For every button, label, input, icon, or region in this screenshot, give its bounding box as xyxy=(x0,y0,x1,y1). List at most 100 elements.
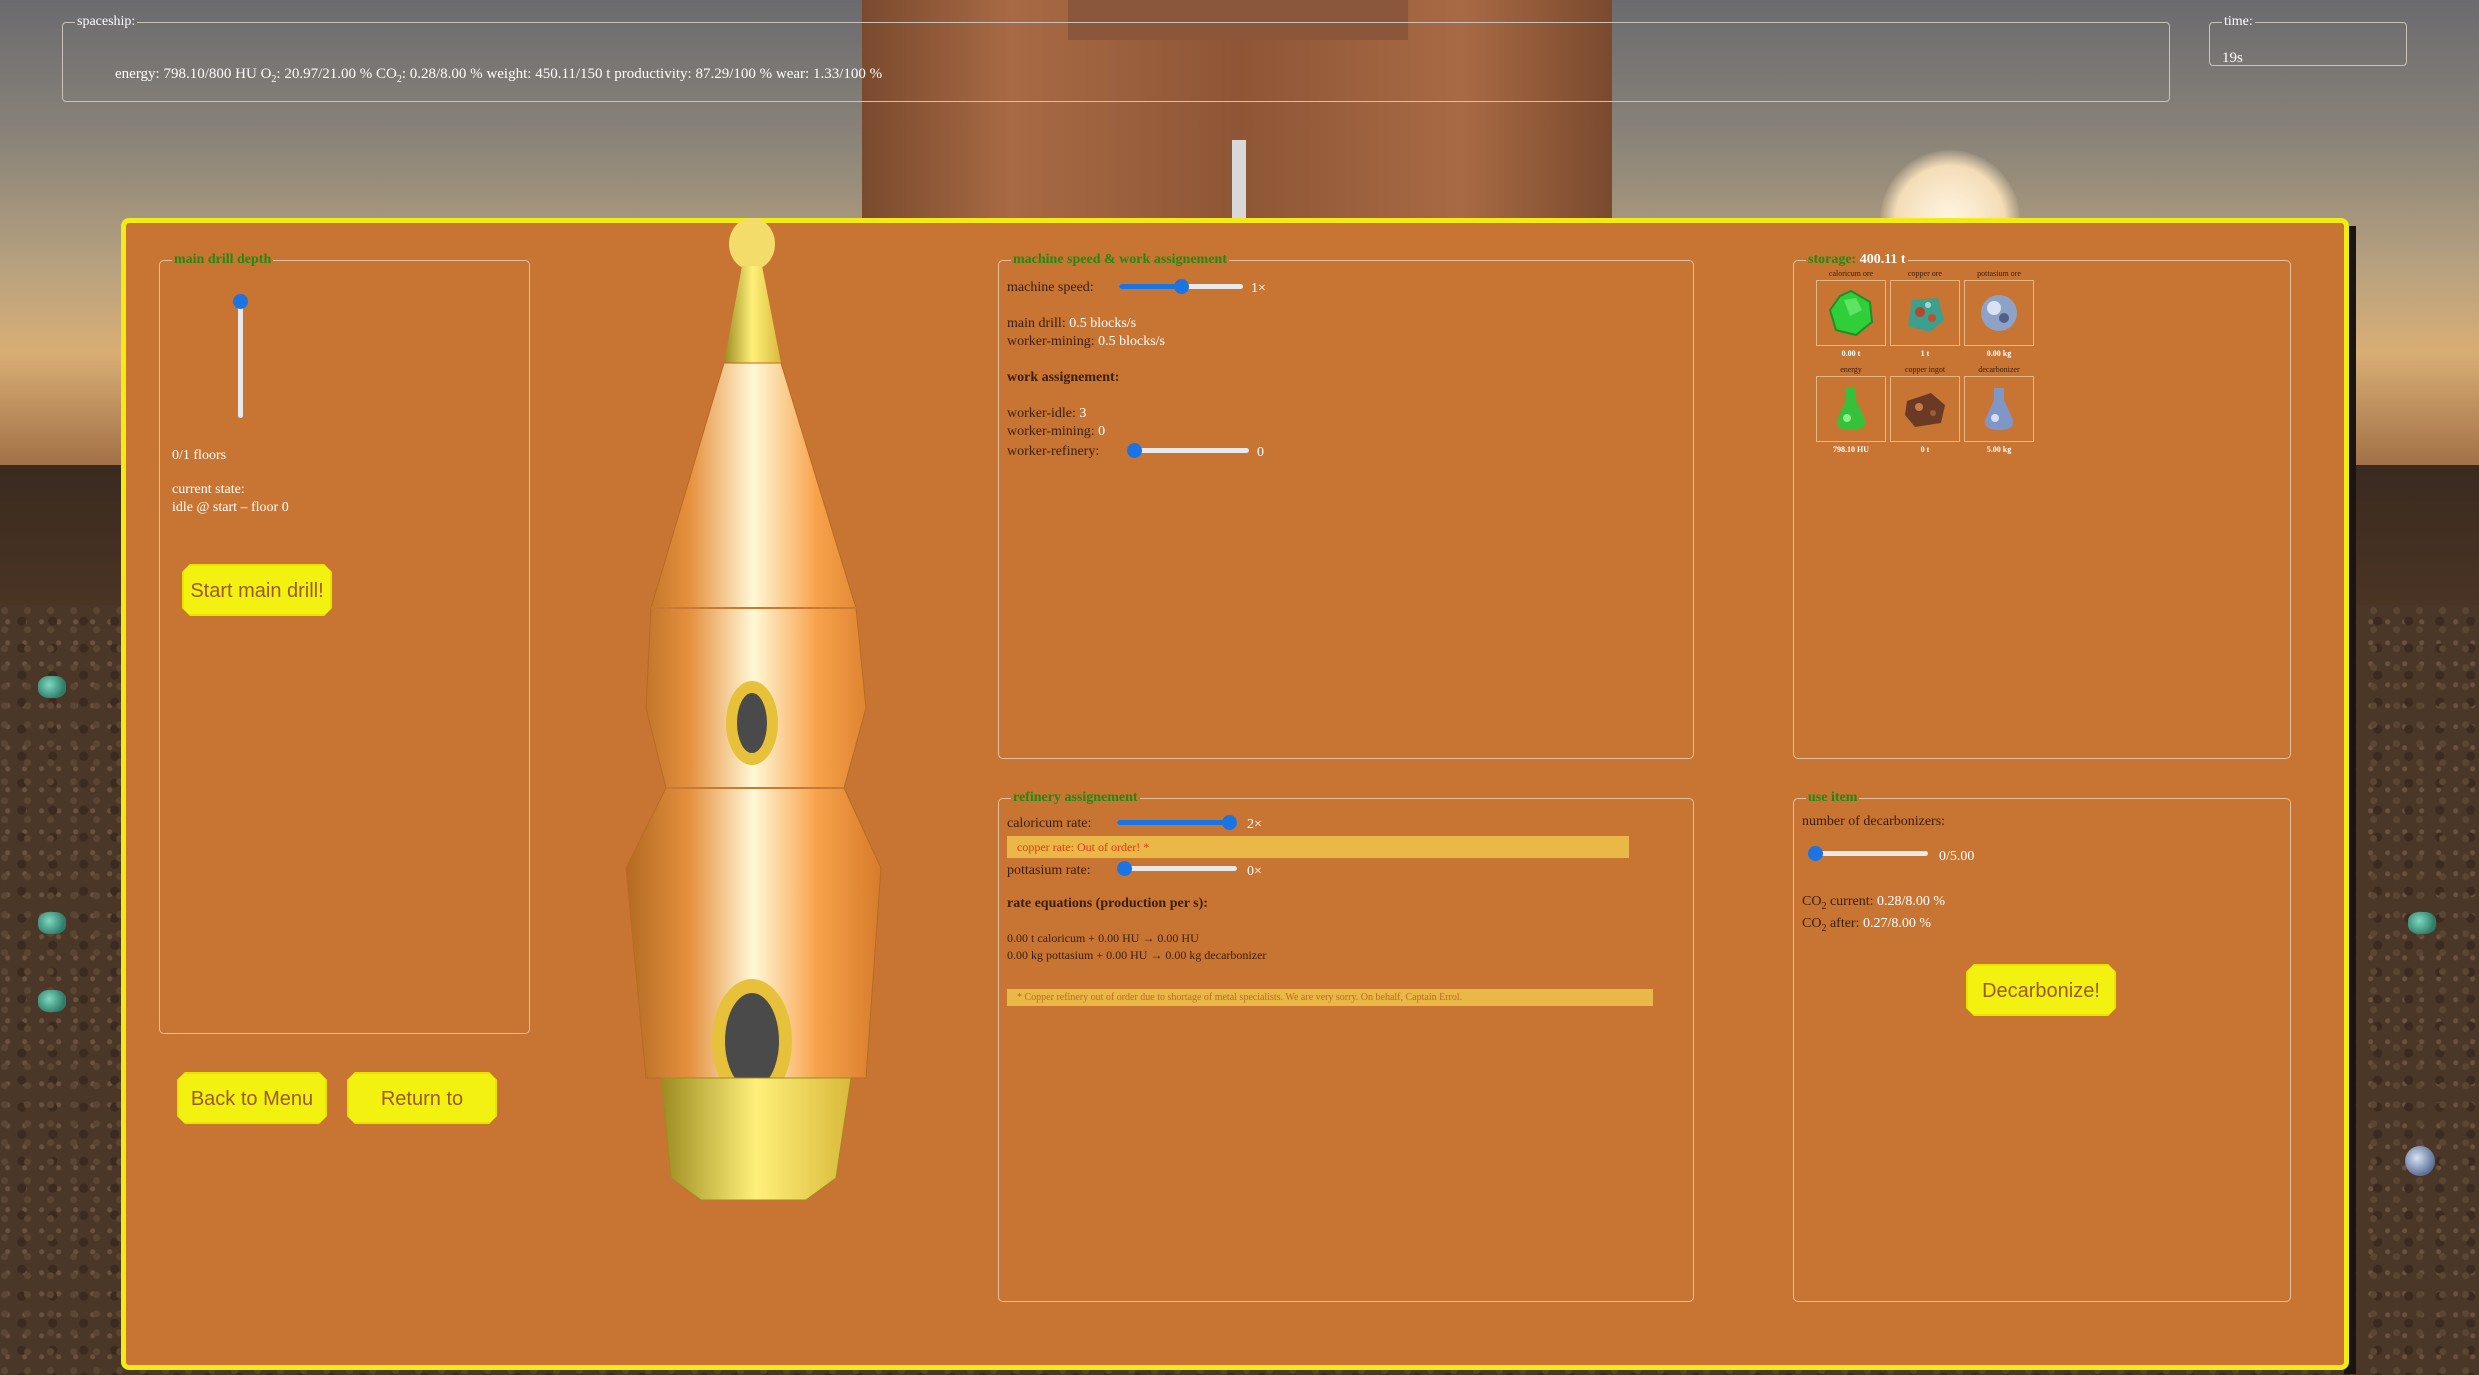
decarbonizer-count-slider-knob[interactable] xyxy=(1808,846,1823,861)
drill-depth-slider[interactable] xyxy=(233,294,248,418)
storage-energy-value: 798.10 HU xyxy=(1833,445,1869,454)
pottasium-rate-value: 0× xyxy=(1247,864,1262,879)
co2-value: : 0.28/8.00 % xyxy=(401,66,483,82)
copper-ore-block xyxy=(38,912,66,934)
worker-refinery-slider[interactable] xyxy=(1127,443,1249,458)
storage-legend: storage: 400.11 t xyxy=(1806,252,1908,268)
rocket-model xyxy=(625,218,882,1201)
storage-pottasium-ore-label: pottasium ore xyxy=(1977,269,2021,278)
worker-mining-rate-label: worker-mining: xyxy=(1007,334,1095,349)
copper-ore-block xyxy=(2408,912,2436,934)
productivity-label: productivity: xyxy=(614,66,692,82)
rocket-window-top-glass xyxy=(737,693,767,753)
storage-legend-label: storage: xyxy=(1808,252,1857,267)
storage-pottasium-ore-value: 0.00 kg xyxy=(1986,349,2012,358)
start-main-drill-button[interactable]: Start main drill! xyxy=(182,564,332,616)
worker-refinery-slider-knob[interactable] xyxy=(1127,443,1142,458)
storage-copper-ore-value: 1 t xyxy=(1920,349,1930,358)
caloricum-rate-slider[interactable] xyxy=(1117,815,1237,830)
worker-refinery-label: worker-refinery: xyxy=(1007,444,1100,459)
copper-rate-warning: copper rate: Out of order! * xyxy=(1007,836,1629,858)
return-to-game-button[interactable]: Return to Game xyxy=(347,1072,497,1124)
worker-idle-value: 3 xyxy=(1079,406,1087,421)
worker-idle: worker-idle: 3 xyxy=(1007,406,1086,422)
worker-idle-label: worker-idle: xyxy=(1007,406,1076,421)
pottasium-ore-icon xyxy=(1981,295,2017,331)
spaceship-control-panel: main drill depth 0/1 floors current stat… xyxy=(121,218,2349,1370)
rate-equations-heading: rate equations (production per s): xyxy=(1007,896,1208,911)
decarbonizer-count-value: 0/5.00 xyxy=(1939,849,1975,864)
drill-depth-box: main drill depth 0/1 floors current stat… xyxy=(159,252,530,1034)
back-to-menu-button[interactable]: Back to Menu xyxy=(177,1072,327,1124)
decarbonize-button[interactable]: Decarbonize! xyxy=(1966,964,2116,1016)
co2-current-co: CO xyxy=(1802,894,1822,909)
storage-caloricum-ore-label: caloricum ore xyxy=(1828,269,1874,278)
drill-state-label: current state: xyxy=(172,482,245,497)
spaceship-legend: spaceship: xyxy=(77,14,136,29)
storage-slot-pottasium-ore[interactable] xyxy=(1964,280,2034,346)
use-item-box: use item number of decarbonizers: 0/5.00… xyxy=(1793,790,2291,1302)
use-item-legend: use item xyxy=(1808,790,1858,805)
co2-after-sub: 2 xyxy=(1821,922,1827,934)
wear-label: wear: xyxy=(775,66,810,82)
storage-decarbonizer-label: decarbonizer xyxy=(1978,365,2020,374)
co2-current-label: current: xyxy=(1829,894,1874,909)
main-drill-rate-label: main drill: xyxy=(1007,316,1066,331)
refinery-note: * Copper refinery out of order due to sh… xyxy=(1007,989,1653,1006)
rocket-tip-ball xyxy=(729,218,775,270)
spaceship-status-panel: spaceship: energy: 798.10/800 HU O2: 20.… xyxy=(62,14,2170,102)
co2-after-co: CO xyxy=(1802,916,1822,931)
storage-decarbonizer-value: 5.00 kg xyxy=(1986,445,2012,454)
storage-copper-ingot-label: copper ingot xyxy=(1904,365,1946,374)
time-value: 19s xyxy=(2222,50,2243,66)
energy-label: energy: xyxy=(115,66,160,82)
caloricum-rate-slider-fill xyxy=(1117,820,1229,825)
co2-after: CO2 after: 0.27/8.00 % xyxy=(1802,916,1931,934)
co2-current-sub: 2 xyxy=(1821,900,1827,912)
worker-mining-label: worker-mining: xyxy=(1007,424,1095,439)
worker-mining-value: 0 xyxy=(1098,424,1106,439)
co2-label: CO xyxy=(376,66,397,82)
pottasium-ore-block xyxy=(2405,1146,2435,1176)
pottasium-rate-slider-knob[interactable] xyxy=(1117,861,1132,876)
worker-refinery-value: 0 xyxy=(1257,445,1264,460)
time-legend: time: xyxy=(2224,14,2253,29)
worker-mining: worker-mining: 0 xyxy=(1007,424,1105,440)
spaceship-stats-line: energy: 798.10/800 HU O2: 20.97/21.00 % … xyxy=(115,66,882,85)
decarbonizer-count-slider[interactable] xyxy=(1808,846,1928,861)
refinery-box: refinery assignement caloricum rate: 2× … xyxy=(998,790,1694,1302)
drill-floors: 0/1 floors xyxy=(172,448,227,463)
co2-current-value: 0.28/8.00 % xyxy=(1876,894,1946,909)
storage-slot-copper-ingot[interactable] xyxy=(1890,376,1960,442)
copper-ore-icon xyxy=(1908,298,1944,332)
time-panel: time: 19s xyxy=(2209,14,2407,66)
caloricum-rate-value: 2× xyxy=(1247,817,1262,832)
drill-depth-slider-knob[interactable] xyxy=(233,294,248,309)
equation-caloricum: 0.00 t caloricum + 0.00 HU → 0.00 HU xyxy=(1007,931,1199,945)
storage-slot-energy[interactable] xyxy=(1816,376,1886,442)
machine-speed-slider[interactable] xyxy=(1119,279,1243,294)
machine-speed-slider-fill xyxy=(1119,284,1181,289)
storage-copper-ore-label: copper ore xyxy=(1908,269,1942,278)
drill-state-value: idle @ start – floor 0 xyxy=(172,500,289,515)
o2-value: : 20.97/21.00 % xyxy=(276,66,373,82)
rocket-window-bottom-glass xyxy=(725,993,779,1089)
storage-slot-caloricum-ore[interactable] xyxy=(1816,280,1886,346)
weight-label: weight: xyxy=(486,66,532,82)
wear-value: 1.33/100 % xyxy=(812,66,883,82)
copper-ore-block xyxy=(38,990,66,1012)
storage-total: 400.11 t xyxy=(1859,252,1906,267)
machine-speed-slider-knob[interactable] xyxy=(1173,279,1189,294)
storage-slot-decarbonizer[interactable] xyxy=(1964,376,2034,442)
storage-slot-copper-ore[interactable] xyxy=(1890,280,1960,346)
main-drill-rate-value: 0.5 blocks/s xyxy=(1069,316,1137,331)
caloricum-rate-slider-knob[interactable] xyxy=(1222,815,1237,830)
co2-after-value: 0.27/8.00 % xyxy=(1862,916,1932,931)
machine-speed-legend: machine speed & work assignement xyxy=(1013,252,1227,267)
caloricum-ore-icon xyxy=(1828,289,1874,337)
worker-mining-rate: worker-mining: 0.5 blocks/s xyxy=(1007,334,1165,350)
pottasium-rate-slider[interactable] xyxy=(1117,861,1237,876)
storage-caloricum-ore-value: 0.00 t xyxy=(1841,349,1861,358)
machine-speed-box: machine speed & work assignement machine… xyxy=(998,252,1694,759)
co2-current: CO2 current: 0.28/8.00 % xyxy=(1802,894,1945,912)
